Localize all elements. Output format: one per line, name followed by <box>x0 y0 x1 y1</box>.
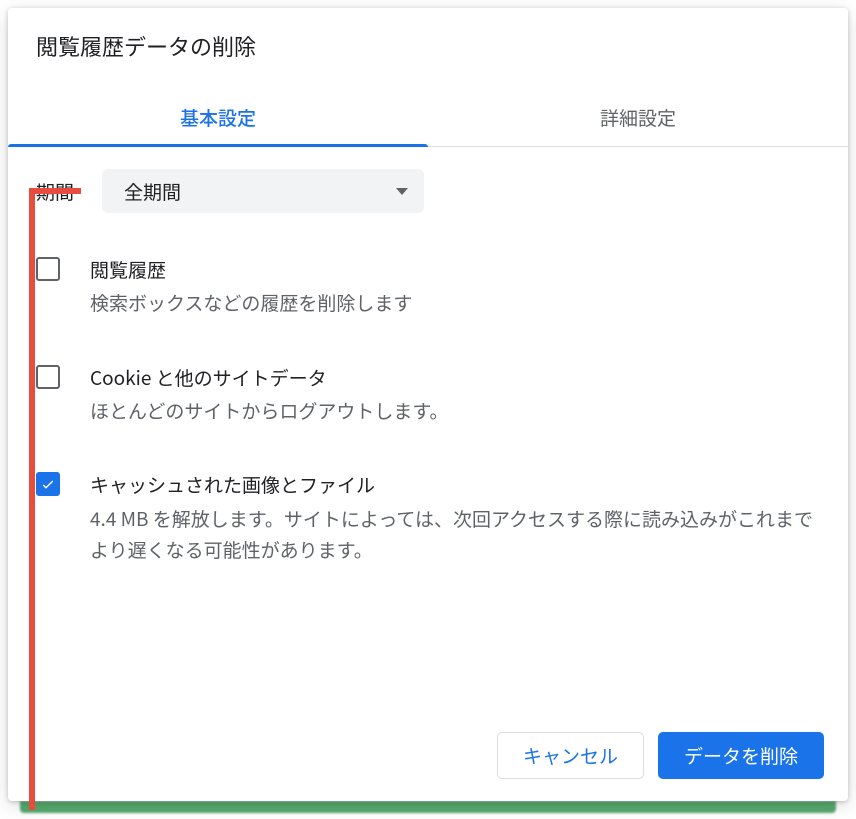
tab-basic[interactable]: 基本設定 <box>8 90 428 146</box>
dialog-title: 閲覧履歴データの削除 <box>8 8 848 90</box>
option-desc: 検索ボックスなどの履歴を削除します <box>90 287 820 318</box>
option-cookies: Cookie と他のサイトデータ ほとんどのサイトからログアウトします。 <box>36 363 820 427</box>
checkmark-icon <box>40 476 56 492</box>
caret-down-icon <box>396 188 408 195</box>
checkbox-cached[interactable] <box>36 472 60 496</box>
confirm-button[interactable]: データを削除 <box>658 732 824 779</box>
tab-advanced-label: 詳細設定 <box>600 104 676 131</box>
annotation-marker <box>29 188 35 810</box>
option-browsing-history: 閲覧履歴 検索ボックスなどの履歴を削除します <box>36 255 820 319</box>
option-text: Cookie と他のサイトデータ ほとんどのサイトからログアウトします。 <box>90 363 820 427</box>
option-title: 閲覧履歴 <box>90 255 820 285</box>
dialog-actions: キャンセル データを削除 <box>8 714 848 801</box>
tab-advanced[interactable]: 詳細設定 <box>428 90 848 146</box>
checkbox-browsing-history[interactable] <box>36 257 60 281</box>
cancel-button[interactable]: キャンセル <box>497 732 644 779</box>
time-range-select[interactable]: 全期間 <box>102 169 424 213</box>
cancel-button-label: キャンセル <box>523 747 618 768</box>
clear-browsing-data-dialog: 閲覧履歴データの削除 基本設定 詳細設定 期間 全期間 <box>8 8 848 801</box>
option-text: キャッシュされた画像とファイル 4.4 MB を解放します。サイトによっては、次… <box>90 470 820 565</box>
option-cached: キャッシュされた画像とファイル 4.4 MB を解放します。サイトによっては、次… <box>36 470 820 565</box>
option-desc: ほとんどのサイトからログアウトします。 <box>90 395 820 426</box>
time-range-value: 全期間 <box>124 178 181 205</box>
theme-accent-shadow <box>20 801 836 813</box>
checkbox-cookies[interactable] <box>36 365 60 389</box>
time-range-row: 期間 全期間 <box>36 169 820 213</box>
tab-basic-label: 基本設定 <box>180 104 256 131</box>
confirm-button-label: データを削除 <box>684 747 798 768</box>
dialog-content: 期間 全期間 閲覧履歴 検索ボックスなどの履歴を削除します <box>8 147 848 714</box>
tabs-bar: 基本設定 詳細設定 <box>8 90 848 147</box>
option-text: 閲覧履歴 検索ボックスなどの履歴を削除します <box>90 255 820 319</box>
option-desc: 4.4 MB を解放します。サイトによっては、次回アクセスする際に読み込みがこれ… <box>90 503 820 566</box>
option-title: キャッシュされた画像とファイル <box>90 470 820 500</box>
option-title: Cookie と他のサイトデータ <box>90 363 820 393</box>
